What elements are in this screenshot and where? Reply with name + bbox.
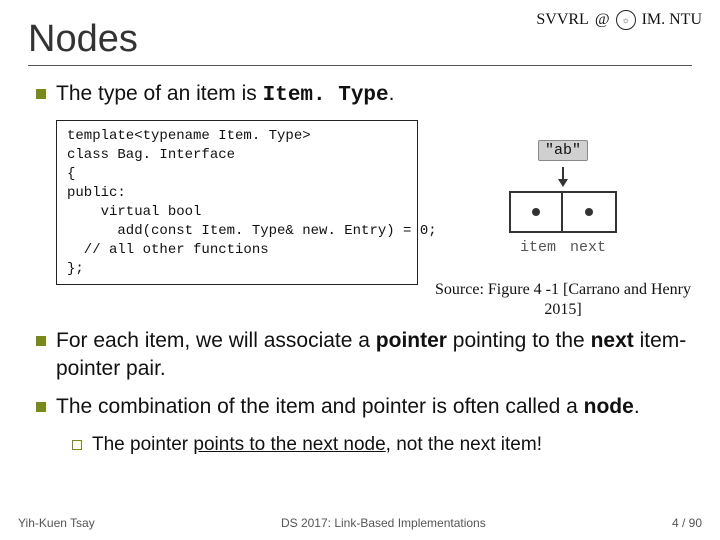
figure-ab-label: "ab" xyxy=(538,140,588,161)
slide: SVVRL @ ☼ IM. NTU Nodes The type of an i… xyxy=(0,0,720,540)
figure-column: "ab" item next Source: Figure 4 -1 [Carr… xyxy=(434,120,692,318)
sub-post: , not the next item! xyxy=(386,434,542,455)
bullet-1-pre: The type of an item is xyxy=(56,82,263,105)
header-org-left: SVVRL xyxy=(536,10,588,30)
footer-center: DS 2017: Link-Based Implementations xyxy=(281,516,486,530)
bullet-3-text: The combination of the item and pointer … xyxy=(56,393,640,421)
sub-bullet-text: The pointer points to the next node, not… xyxy=(92,432,542,458)
sub-mid: points to the next node xyxy=(193,434,385,455)
footer: Yih-Kuen Tsay DS 2017: Link-Based Implem… xyxy=(18,516,702,530)
ntu-seal-icon: ☼ xyxy=(616,10,636,30)
bullet-2-mid: pointing to the xyxy=(447,329,591,352)
hollow-square-bullet-icon xyxy=(72,440,82,450)
bullet-3: The combination of the item and pointer … xyxy=(36,393,692,421)
bullet-1-text: The type of an item is Item. Type. xyxy=(56,80,394,110)
header-org-right: IM. NTU xyxy=(642,10,702,30)
node-figure: "ab" item next xyxy=(509,140,617,256)
header-org: SVVRL @ ☼ IM. NTU xyxy=(536,10,702,30)
sub-bullet: The pointer points to the next node, not… xyxy=(72,432,692,458)
bullet-1: The type of an item is Item. Type. xyxy=(36,80,692,110)
dot-icon xyxy=(585,208,593,216)
bullet-2-pointer: pointer xyxy=(376,329,447,352)
node-names: item next xyxy=(520,239,606,256)
bullet-2-next: next xyxy=(591,329,634,352)
bullet-1-code: Item. Type xyxy=(263,84,389,107)
footer-left: Yih-Kuen Tsay xyxy=(18,516,95,530)
code-figure-row: template<typename Item. Type> class Bag.… xyxy=(56,120,692,318)
bullet-2-text: For each item, we will associate a point… xyxy=(56,327,692,384)
dot-icon xyxy=(532,208,540,216)
square-bullet-icon xyxy=(36,402,46,412)
header-at: @ xyxy=(595,10,610,30)
title-underline xyxy=(28,65,692,66)
figure-item-label: item xyxy=(520,239,556,256)
bullet-2-pre: For each item, we will associate a xyxy=(56,329,376,352)
bullet-3-node: node xyxy=(584,395,634,418)
footer-right: 4 / 90 xyxy=(672,516,702,530)
figure-caption: Source: Figure 4 -1 [Carrano and Henry 2… xyxy=(434,280,692,318)
square-bullet-icon xyxy=(36,89,46,99)
bullet-2: For each item, we will associate a point… xyxy=(36,327,692,384)
code-block: template<typename Item. Type> class Bag.… xyxy=(56,120,418,285)
sub-pre: The pointer xyxy=(92,434,193,455)
square-bullet-icon xyxy=(36,336,46,346)
bullet-3-pre: The combination of the item and pointer … xyxy=(56,395,584,418)
node-next-cell xyxy=(563,191,617,233)
bullet-1-post: . xyxy=(389,82,395,105)
bullet-3-post: . xyxy=(634,395,640,418)
figure-next-label: next xyxy=(570,239,606,256)
arrow-down-icon xyxy=(557,167,569,187)
node-boxes xyxy=(509,191,617,233)
node-item-cell xyxy=(509,191,563,233)
